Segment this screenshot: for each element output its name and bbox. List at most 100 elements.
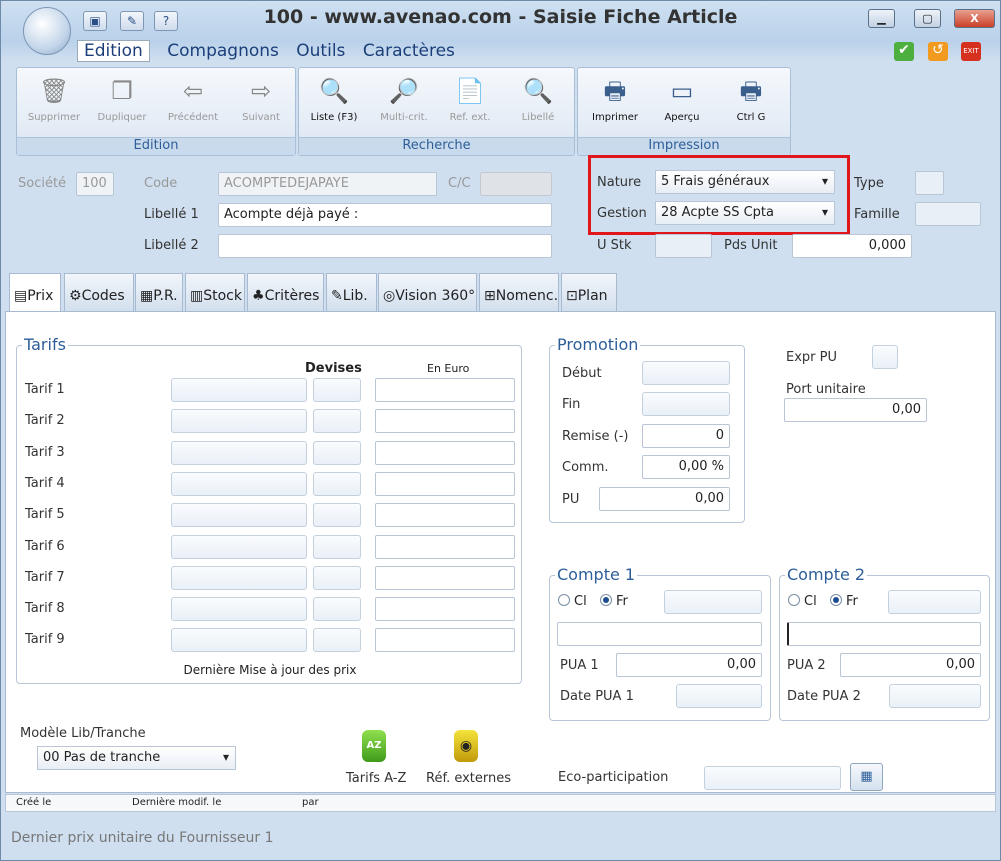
tarif-euro-field[interactable] — [375, 471, 515, 496]
euro-header: En Euro — [427, 362, 470, 375]
tarif-value-field[interactable] — [171, 471, 307, 496]
ref-externes-button[interactable]: Réf. externes — [426, 771, 511, 786]
menu-caracteres[interactable]: Caractères — [363, 41, 455, 61]
ctrlg-button[interactable]: 🖶 Ctrl G — [718, 76, 784, 123]
cc-button[interactable] — [480, 172, 552, 196]
tarif-euro-field[interactable] — [375, 378, 515, 402]
app-logo-icon[interactable] — [23, 7, 71, 55]
menu-edition[interactable]: Edition — [77, 40, 150, 62]
minimize-button[interactable]: ▁ — [868, 9, 895, 28]
tarif-devise-field[interactable] — [313, 534, 361, 559]
compte1-radio-cl[interactable]: Cl — [558, 594, 587, 609]
port-field[interactable]: 0,00 — [784, 398, 927, 422]
dupliquer-button[interactable]: ❐ Dupliquer — [89, 76, 155, 123]
fin-field[interactable] — [642, 392, 730, 416]
tarif-devise-field[interactable] — [313, 597, 361, 622]
grid-icon: ▦ — [140, 288, 154, 304]
help-icon[interactable]: ? — [154, 11, 178, 31]
tarif-euro-field[interactable] — [375, 565, 515, 590]
tarif-euro-field[interactable] — [375, 534, 515, 559]
validate-icon[interactable]: ✔ — [894, 42, 914, 61]
tarif-value-field[interactable] — [171, 534, 307, 559]
libelle2-field[interactable] — [218, 234, 552, 258]
precedent-button[interactable]: ⇦ Précédent — [160, 76, 226, 123]
compte1-code-field[interactable] — [664, 590, 762, 614]
compte1-name-field[interactable] — [557, 622, 762, 646]
tarif-euro-field[interactable] — [375, 597, 515, 622]
imprimer-button[interactable]: 🖶 Imprimer — [582, 76, 648, 123]
apercu-button[interactable]: ▭ Aperçu — [649, 76, 715, 123]
tab-stock[interactable]: ▥Stock — [185, 273, 245, 311]
tarif-devise-field[interactable] — [313, 628, 361, 653]
compte2-code-field[interactable] — [888, 590, 981, 614]
pua2-field[interactable]: 0,00 — [840, 653, 981, 677]
vision-icon: ◎ — [383, 288, 396, 304]
maximize-button[interactable]: ▢ — [914, 9, 941, 28]
tab-bar: ▤Prix ⚙Codes ▦P.R. ▥Stock ♣Critères ✎Lib… — [9, 273, 999, 313]
globe-icon[interactable]: ◉ — [454, 730, 478, 762]
edit-icon[interactable]: ✎ — [120, 11, 144, 31]
tarif-devise-field[interactable] — [313, 471, 361, 496]
tab-vision360[interactable]: ◎Vision 360° — [378, 273, 477, 311]
modele-select[interactable]: 00 Pas de tranche — [37, 746, 236, 770]
pu-field[interactable]: 0,00 — [599, 487, 730, 511]
tarif-devise-field[interactable] — [313, 378, 361, 402]
tab-codes[interactable]: ⚙Codes — [64, 273, 134, 311]
tarif-euro-field[interactable] — [375, 503, 515, 528]
tarif-euro-field[interactable] — [375, 409, 515, 434]
famille-field[interactable] — [915, 202, 981, 226]
monitor-icon[interactable]: ▣ — [83, 11, 107, 31]
tarif-devise-field[interactable] — [313, 503, 361, 528]
tarifs-az-icon[interactable]: AZ — [362, 730, 386, 762]
compte1-radio-fr[interactable]: Fr — [600, 594, 628, 609]
tarif-devise-field[interactable] — [313, 565, 361, 590]
libelle1-field[interactable]: Acompte déjà payé : — [218, 203, 552, 227]
tarif-value-field[interactable] — [171, 565, 307, 590]
type-field[interactable] — [915, 171, 944, 195]
calculator-icon[interactable]: ▦ — [850, 763, 883, 791]
libelle-button[interactable]: 🔍 Libellé — [505, 76, 571, 123]
pdsunit-field[interactable]: 0,000 — [792, 234, 912, 258]
suivant-button[interactable]: ⇨ Suivant — [228, 76, 294, 123]
debut-field[interactable] — [642, 361, 730, 385]
remise-field[interactable]: 0 — [642, 424, 730, 448]
close-button[interactable]: X — [954, 9, 995, 28]
expr-pu-field[interactable] — [872, 345, 898, 369]
copy-icon: ❐ — [111, 77, 133, 105]
tarif-euro-field[interactable] — [375, 628, 515, 653]
tarif-value-field[interactable] — [171, 409, 307, 434]
tab-criteres[interactable]: ♣Critères — [247, 273, 324, 311]
tarif-value-field[interactable] — [171, 378, 307, 402]
tarif-devise-field[interactable] — [313, 440, 361, 465]
liste-button[interactable]: 🔍 Liste (F3) — [301, 76, 367, 123]
tab-prix[interactable]: ▤Prix — [9, 273, 61, 313]
ref-ext-button[interactable]: 📄 Ref. ext. — [437, 76, 503, 123]
ustk-field[interactable] — [655, 234, 712, 258]
exit-icon[interactable]: EXIT — [961, 42, 981, 61]
tarif-devise-field[interactable] — [313, 409, 361, 434]
menu-compagnons[interactable]: Compagnons — [167, 41, 279, 61]
eco-field[interactable] — [704, 766, 841, 790]
compte2-radio-fr[interactable]: Fr — [830, 594, 858, 609]
undo-icon[interactable]: ↺ — [928, 42, 948, 61]
radio-icon — [788, 594, 800, 606]
comm-field[interactable]: 0,00 % — [642, 455, 730, 479]
compte2-radio-cl[interactable]: Cl — [788, 594, 817, 609]
tarif-value-field[interactable] — [171, 503, 307, 528]
menu-outils[interactable]: Outils — [296, 41, 345, 61]
tarifs-az-button[interactable]: Tarifs A-Z — [346, 771, 406, 786]
pua1-field[interactable]: 0,00 — [616, 653, 762, 677]
tarif-value-field[interactable] — [171, 597, 307, 622]
supprimer-button[interactable]: 🗑 Supprimer — [21, 76, 87, 123]
tarif-value-field[interactable] — [171, 440, 307, 465]
tab-pr[interactable]: ▦P.R. — [135, 273, 183, 311]
tarif-value-field[interactable] — [171, 628, 307, 653]
tarif-euro-field[interactable] — [375, 440, 515, 465]
multi-crit-button[interactable]: 🔎 Multi-crit. — [371, 76, 437, 123]
compte2-name-field[interactable] — [787, 622, 981, 646]
datepua1-field[interactable] — [676, 684, 762, 708]
tab-nomenc[interactable]: ⊞Nomenc. — [479, 273, 559, 311]
datepua2-field[interactable] — [889, 684, 981, 708]
tab-lib[interactable]: ✎Lib. — [326, 273, 377, 311]
tab-plan[interactable]: ⊡Plan — [561, 273, 617, 311]
